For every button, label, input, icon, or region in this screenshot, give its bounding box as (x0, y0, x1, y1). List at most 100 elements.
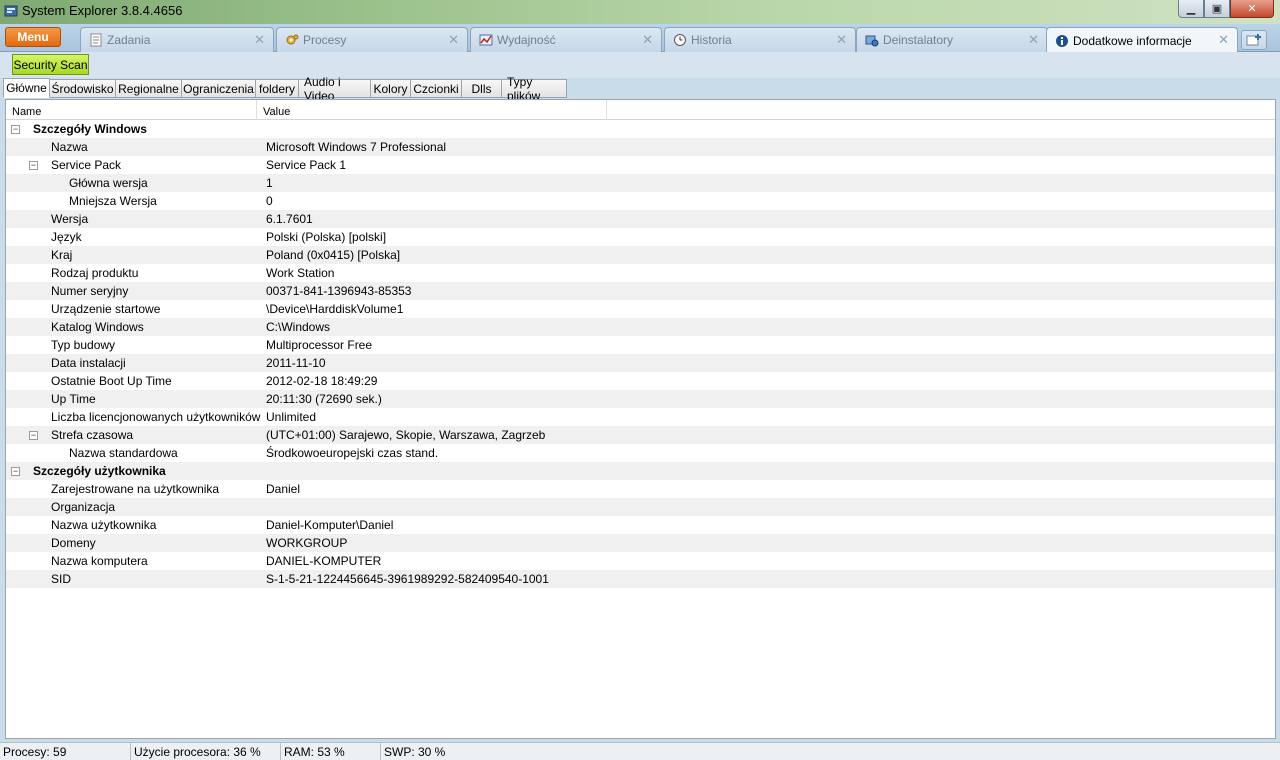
row-name: Nazwa użytkownika (51, 518, 157, 532)
row-name: Domeny (51, 536, 96, 550)
group-row[interactable]: − Szczegóły Windows (6, 120, 1275, 138)
row-name: Organizacja (51, 500, 116, 514)
row-value: S-1-5-21-1224456645-3961989292-582409540… (266, 572, 549, 586)
subtab-glowne[interactable]: Główne (3, 78, 50, 98)
table-row[interactable]: − Service Pack Service Pack 1 (6, 156, 1275, 174)
column-header-name[interactable]: Name (6, 100, 257, 120)
name-cell: Liczba licencjonowanych użytkowników (6, 408, 260, 426)
menu-button[interactable]: Menu (5, 27, 61, 47)
tab-procesy[interactable]: Procesy ✕ (276, 27, 468, 52)
status-processes: Procesy: 59 (0, 743, 131, 760)
row-name: Wersja (51, 212, 89, 226)
table-row[interactable]: − Strefa czasowa (UTC+01:00) Sarajewo, Sko… (6, 426, 1275, 444)
tab-dodatkowe-informacje[interactable]: Dodatkowe informacje ✕ (1046, 27, 1238, 53)
tab-close-icon[interactable]: ✕ (254, 32, 265, 48)
row-name: Data instalacji (51, 356, 126, 370)
status-swap: SWP: 30 % (384, 745, 446, 759)
name-cell: Katalog Windows (6, 318, 260, 336)
minimize-button[interactable]: ▁ (1178, 0, 1204, 18)
subtab-ograniczenia[interactable]: Ograniczenia (182, 79, 256, 98)
app-icon (4, 5, 18, 17)
table-row[interactable]: Katalog Windows C:\Windows (6, 318, 1275, 336)
row-value: DANIEL-KOMPUTER (266, 554, 382, 568)
subtab-czcionki[interactable]: Czcionki (411, 79, 462, 98)
row-name: Ostatnie Boot Up Time (51, 374, 172, 388)
subtab-dlls[interactable]: Dlls (462, 79, 502, 98)
name-cell: Rodzaj produktu (6, 264, 260, 282)
tasks-icon (90, 33, 102, 47)
tab-close-icon[interactable]: ✕ (836, 32, 847, 48)
table-row[interactable]: Mniejsza Wersja 0 (6, 192, 1275, 210)
table-row[interactable]: Urządzenie startowe \Device\HarddiskVolum… (6, 300, 1275, 318)
subtab-regionalne[interactable]: Regionalne (116, 79, 182, 98)
table-row[interactable]: Zarejestrowane na użytkownika Daniel (6, 480, 1275, 498)
collapse-icon[interactable]: − (29, 161, 38, 170)
window-title: System Explorer 3.8.4.4656 (22, 3, 183, 18)
maximize-button[interactable]: ▣ (1204, 0, 1230, 18)
column-header-value[interactable]: Value (257, 100, 607, 120)
row-value: \Device\HarddiskVolume1 (266, 302, 404, 316)
table-row[interactable]: Główna wersja 1 (6, 174, 1275, 192)
name-cell: Up Time (6, 390, 260, 408)
table-row[interactable]: Domeny WORKGROUP (6, 534, 1275, 552)
new-tab-button[interactable] (1241, 30, 1267, 50)
table-row[interactable]: Nazwa standardowa Środkowoeuropejski czas… (6, 444, 1275, 462)
table-row[interactable]: SID S-1-5-21-1224456645-3961989292-582409… (6, 570, 1275, 588)
row-name: Kraj (51, 248, 73, 262)
row-name: Szczegóły użytkownika (33, 464, 166, 478)
tab-deinstalatory[interactable]: Deinstalatory ✕ (856, 27, 1048, 52)
table-row[interactable]: Nazwa komputera DANIEL-KOMPUTER (6, 552, 1275, 570)
table-row[interactable]: Ostatnie Boot Up Time 2012-02-18 18:49:29 (6, 372, 1275, 390)
security-scan-button[interactable]: Security Scan (12, 54, 89, 75)
table-row[interactable]: Up Time 20:11:30 (72690 sek.) (6, 390, 1275, 408)
row-name: Service Pack (51, 158, 122, 172)
table-row[interactable]: Numer seryjny 00371-841-1396943-85353 (6, 282, 1275, 300)
close-button[interactable]: ✕ (1230, 0, 1274, 18)
subtab-audio-video[interactable]: Audio i Video (299, 75, 371, 103)
table-row[interactable]: Nazwa Microsoft Windows 7 Professional (6, 138, 1275, 156)
collapse-icon[interactable]: − (11, 125, 20, 134)
table-row[interactable]: Nazwa użytkownika Daniel-Komputer\Daniel (6, 516, 1275, 534)
subtab-typy-plikow[interactable]: Typy plików (502, 75, 567, 103)
table-row[interactable]: Język Polski (Polska) [polski] (6, 228, 1275, 246)
collapse-icon[interactable]: − (11, 467, 20, 476)
row-value: Polski (Polska) [polski] (266, 230, 387, 244)
tab-close-icon[interactable]: ✕ (642, 32, 653, 48)
subtab-foldery[interactable]: foldery (256, 79, 299, 98)
row-value: 2011-11-10 (266, 356, 326, 370)
grid-header: Name Value (6, 100, 1275, 120)
table-row[interactable]: Typ budowy Multiprocessor Free (6, 336, 1275, 354)
tab-label: Dodatkowe informacje (1073, 33, 1192, 48)
minimize-icon: ▁ (1186, 3, 1196, 15)
subtab-kolory[interactable]: Kolory (371, 79, 411, 98)
table-row[interactable]: Rodzaj produktu Work Station (6, 264, 1275, 282)
table-row[interactable]: Wersja 6.1.7601 (6, 210, 1275, 228)
tab-close-icon[interactable]: ✕ (1028, 32, 1039, 48)
row-name: Typ budowy (51, 338, 116, 352)
info-icon (1056, 34, 1068, 47)
uninstall-icon (865, 35, 879, 47)
row-name: SID (51, 572, 72, 586)
table-row[interactable]: Liczba licencjonowanych użytkowników Unli… (6, 408, 1275, 426)
row-name: Strefa czasowa (51, 428, 134, 442)
tab-close-icon[interactable]: ✕ (448, 32, 459, 48)
table-row[interactable]: Data instalacji 2011-11-10 (6, 354, 1275, 372)
tab-wydajnosc[interactable]: Wydajność ✕ (470, 27, 662, 52)
name-cell: Ostatnie Boot Up Time (6, 372, 260, 390)
group-row[interactable]: − Szczegóły użytkownika (6, 462, 1275, 480)
name-cell: Nazwa standardowa (6, 444, 260, 462)
table-row[interactable]: Organizacja (6, 498, 1275, 516)
tab-close-icon[interactable]: ✕ (1218, 32, 1229, 48)
row-name: Zarejestrowane na użytkownika (51, 482, 220, 496)
name-cell: Nazwa komputera (6, 552, 260, 570)
tab-label: Procesy (303, 33, 347, 47)
tab-zadania[interactable]: Zadania ✕ (80, 27, 274, 52)
row-name: Rodzaj produktu (51, 266, 139, 280)
title-bar: System Explorer 3.8.4.4656 ▁ ▣ ✕ (0, 0, 1280, 24)
collapse-icon[interactable]: − (29, 431, 38, 440)
tab-historia[interactable]: Historia ✕ (664, 27, 856, 52)
grid-body: − Szczegóły Windows Nazwa Microsoft Windows… (6, 120, 1275, 588)
row-name: Szczegóły Windows (33, 122, 147, 136)
subtab-srodowisko[interactable]: Środowisko (50, 79, 116, 98)
table-row[interactable]: Kraj Poland (0x0415) [Polska] (6, 246, 1275, 264)
